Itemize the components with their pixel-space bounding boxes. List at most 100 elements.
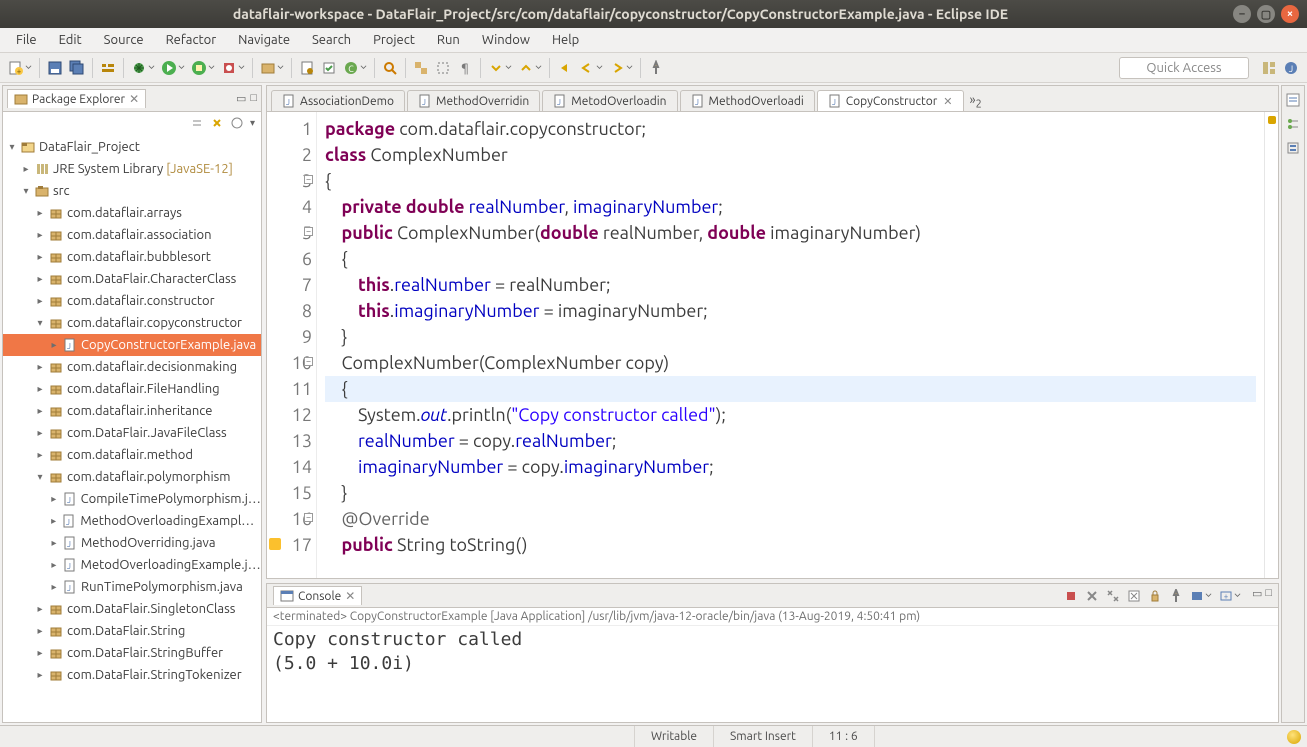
editor-overflow-button[interactable]: »2	[970, 93, 982, 111]
window-maximize-button[interactable]: ▢	[1257, 5, 1275, 23]
tree-src[interactable]: ▾src	[3, 180, 261, 202]
tree-java-file[interactable]: ▸JMethodOverriding.java	[3, 532, 261, 554]
editor-overview-ruler[interactable]	[1264, 112, 1278, 578]
fold-toggle[interactable]: −	[304, 513, 313, 522]
code-line[interactable]: }	[325, 480, 1256, 506]
clear-console-button[interactable]	[1125, 587, 1143, 605]
code-line[interactable]: private double realNumber, imaginaryNumb…	[325, 194, 1256, 220]
window-minimize-button[interactable]: –	[1233, 5, 1251, 23]
tree-package[interactable]: ▸com.DataFlair.SingletonClass	[3, 598, 261, 620]
code-line[interactable]: class ComplexNumber	[325, 142, 1256, 168]
pin-console-button[interactable]	[1167, 587, 1185, 605]
back-button[interactable]	[577, 58, 605, 78]
editor-tab[interactable]: JCopyConstructor✕	[817, 90, 964, 111]
java-perspective-button[interactable]: J	[1281, 58, 1301, 78]
code-line[interactable]: this.imaginaryNumber = imaginaryNumber;	[325, 298, 1256, 324]
console-tab[interactable]: Console ✕	[273, 586, 362, 605]
tree-package[interactable]: ▾com.dataflair.copyconstructor	[3, 312, 261, 334]
tree-jre[interactable]: ▸JRE System Library [JavaSE-12]	[3, 158, 261, 180]
editor-tab[interactable]: JAssociationDemo	[271, 90, 405, 111]
last-edit-button[interactable]	[555, 58, 575, 78]
new-class-button[interactable]: C	[341, 58, 369, 78]
forward-button[interactable]	[607, 58, 635, 78]
code-line[interactable]: package com.dataflair.copyconstructor;	[325, 116, 1256, 142]
menu-navigate[interactable]: Navigate	[228, 30, 300, 50]
menu-project[interactable]: Project	[363, 30, 425, 50]
code-line[interactable]: {	[325, 246, 1256, 272]
tip-icon[interactable]	[1287, 730, 1301, 744]
external-tools-button[interactable]	[219, 58, 247, 78]
tree-java-file[interactable]: ▸JMetodOverloadingExample.java	[3, 554, 261, 576]
remove-launch-button[interactable]	[1083, 587, 1101, 605]
toggle-mark-occurrences-button[interactable]	[411, 58, 431, 78]
editor-code-area[interactable]: package com.dataflair.copyconstructor;cl…	[317, 112, 1264, 578]
open-console-button[interactable]: +	[1217, 587, 1243, 605]
outline-icon-2[interactable]	[1285, 140, 1301, 156]
code-line[interactable]: public ComplexNumber(double realNumber, …	[325, 220, 1256, 246]
menu-edit[interactable]: Edit	[49, 30, 92, 50]
view-menu-button[interactable]: ▾	[250, 117, 255, 129]
tree-java-file[interactable]: ▸JCompileTimePolymorphism.java	[3, 488, 261, 510]
terminate-button[interactable]	[1062, 587, 1080, 605]
tree-package[interactable]: ▸com.DataFlair.JavaFileClass	[3, 422, 261, 444]
next-annotation-button[interactable]	[486, 58, 514, 78]
remove-all-button[interactable]	[1104, 587, 1122, 605]
code-line[interactable]: imaginaryNumber = copy.imaginaryNumber;	[325, 454, 1256, 480]
close-icon[interactable]: ✕	[943, 95, 952, 108]
debug-button[interactable]	[129, 58, 157, 78]
menu-file[interactable]: File	[6, 30, 47, 50]
close-icon[interactable]: ✕	[345, 589, 355, 603]
code-line[interactable]: System.out.println("Copy constructor cal…	[325, 402, 1256, 428]
block-selection-button[interactable]	[433, 58, 453, 78]
menu-refactor[interactable]: Refactor	[156, 30, 227, 50]
package-explorer-tree[interactable]: ▾DataFlair_Project▸JRE System Library [J…	[3, 134, 261, 722]
minimize-view-button[interactable]: ▭	[1252, 587, 1262, 605]
tree-package[interactable]: ▸com.dataflair.method	[3, 444, 261, 466]
tree-java-file[interactable]: ▸JRunTimePolymorphism.java	[3, 576, 261, 598]
tree-package[interactable]: ▸com.DataFlair.String	[3, 620, 261, 642]
fold-toggle[interactable]: −	[304, 175, 313, 184]
scroll-lock-button[interactable]	[1146, 587, 1164, 605]
prev-annotation-button[interactable]	[516, 58, 544, 78]
task-list-icon[interactable]	[1285, 92, 1301, 108]
pin-editor-button[interactable]	[646, 58, 666, 78]
search-button[interactable]	[380, 58, 400, 78]
link-editor-button[interactable]	[210, 116, 224, 130]
coverage-button[interactable]	[189, 58, 217, 78]
display-console-button[interactable]	[1188, 587, 1214, 605]
show-whitespace-button[interactable]: ¶	[455, 58, 475, 78]
save-button[interactable]	[45, 58, 65, 78]
fold-toggle[interactable]: −	[304, 227, 313, 236]
tree-package[interactable]: ▸com.dataflair.arrays	[3, 202, 261, 224]
open-perspective-button[interactable]	[1259, 58, 1279, 78]
code-line[interactable]: this.realNumber = realNumber;	[325, 272, 1256, 298]
focus-task-button[interactable]	[230, 116, 244, 130]
save-all-button[interactable]	[67, 58, 87, 78]
quick-access-input[interactable]: Quick Access	[1119, 57, 1249, 79]
tree-package[interactable]: ▾com.dataflair.polymorphism	[3, 466, 261, 488]
maximize-view-button[interactable]: □	[250, 92, 257, 105]
menu-run[interactable]: Run	[427, 30, 470, 50]
open-type-button[interactable]	[297, 58, 317, 78]
new-package-button[interactable]	[258, 58, 286, 78]
tree-package[interactable]: ▸com.dataflair.bubblesort	[3, 246, 261, 268]
tree-project[interactable]: ▾DataFlair_Project	[3, 136, 261, 158]
code-line[interactable]: @Override	[325, 506, 1256, 532]
outline-icon[interactable]	[1285, 116, 1301, 132]
console-output[interactable]: Copy constructor called (5.0 + 10.0i)	[267, 626, 1278, 722]
code-line[interactable]: }	[325, 324, 1256, 350]
tree-package[interactable]: ▸com.DataFlair.CharacterClass	[3, 268, 261, 290]
menu-window[interactable]: Window	[472, 30, 540, 50]
editor-gutter[interactable]: 123−45−678910−111213141516−17	[267, 112, 317, 578]
close-icon[interactable]: ✕	[129, 92, 139, 106]
tree-package[interactable]: ▸com.DataFlair.StringBuffer	[3, 642, 261, 664]
run-button[interactable]	[159, 58, 187, 78]
tree-java-file[interactable]: ▸JMethodOverloadingExample.java	[3, 510, 261, 532]
maximize-view-button[interactable]: □	[1265, 587, 1272, 605]
tree-package[interactable]: ▸com.dataflair.decisionmaking	[3, 356, 261, 378]
tree-package[interactable]: ▸com.dataflair.FileHandling	[3, 378, 261, 400]
minimize-view-button[interactable]: ▭	[236, 92, 246, 105]
editor-tab[interactable]: JMetodOverloadin	[542, 90, 677, 111]
editor-tab[interactable]: JMethodOverloadi	[680, 90, 815, 111]
code-line[interactable]: {	[325, 376, 1256, 402]
